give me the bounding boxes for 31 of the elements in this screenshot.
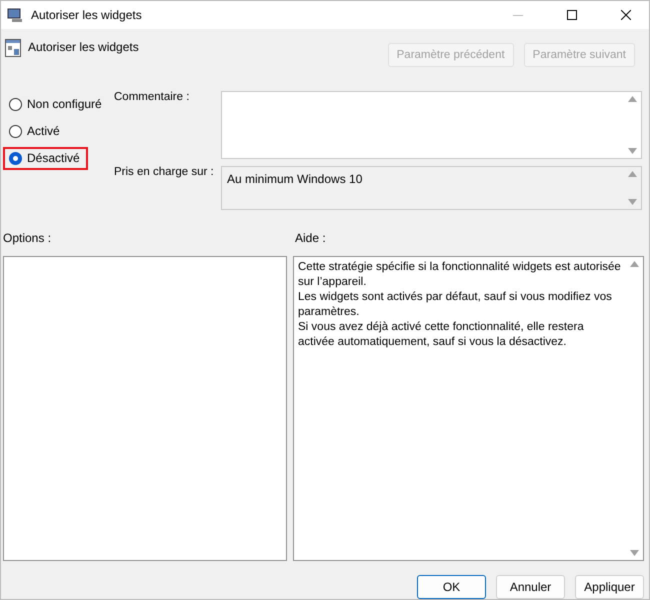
scroll-down-icon[interactable] [628,198,637,205]
radio-button[interactable] [9,124,22,138]
help-paragraph: Cette stratégie spécifie si la fonctionnalité widgets est autorisée sur l’appareil. [298,260,622,290]
scroll-down-icon[interactable] [630,550,639,556]
scroll-up-icon[interactable] [630,261,639,267]
field-label: Pris en charge sur : [114,166,214,180]
window-title: Autoriser les widgets [31,8,143,22]
radio-label[interactable]: Non configuré [27,97,102,112]
radio-label[interactable]: Activé [27,124,60,138]
policy-title: Autoriser les widgets [28,40,140,54]
section-label: Aide : [295,230,326,247]
minimize-icon[interactable] [513,14,523,16]
scroll-up-icon[interactable] [628,170,637,177]
computer-icon [7,7,23,23]
supported-value: Au minimum Windows 10 [226,170,364,188]
close-icon[interactable] [621,10,631,20]
scroll-down-icon[interactable] [628,148,637,154]
scroll-up-icon[interactable] [628,96,637,102]
comment-field[interactable] [221,90,642,159]
section-label: Options : [3,230,52,247]
settings-window-icon [5,39,21,57]
help-paragraph: Si vous avez déjà activé cette fonctionnalité, elle restera activée automatiquement, sauf si vous la désactivez. [298,320,585,350]
dialog-button[interactable]: Appliquer [575,575,644,599]
field-label: Commentaire : [114,90,190,105]
radio-button[interactable] [9,98,22,111]
radio-button[interactable] [9,152,22,165]
dialog-button[interactable]: Annuler [496,575,565,599]
help-paragraph: Les widgets sont activés par défaut, sauf si vous modifiez vos paramètres. [298,290,613,320]
radio-label[interactable]: Désactivé [27,151,80,166]
maximize-icon[interactable] [567,10,577,20]
dialog-button[interactable]: OK [417,575,486,599]
